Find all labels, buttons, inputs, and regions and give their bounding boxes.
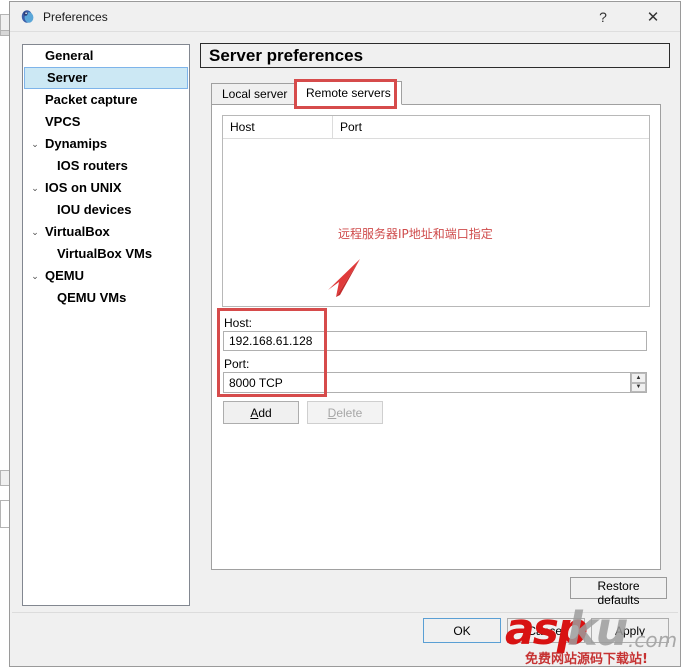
port-input[interactable] <box>223 372 647 393</box>
sidebar-item-label: IOU devices <box>57 202 132 217</box>
page-title-box: Server preferences <box>200 43 670 68</box>
spinner-down-icon[interactable]: ▼ <box>631 382 646 392</box>
tab-remote-servers[interactable]: Remote servers <box>295 81 402 105</box>
annotation-arrow-icon <box>320 257 366 305</box>
sidebar-item-label: QEMU VMs <box>57 290 127 305</box>
sidebar-item-dynamips[interactable]: ⌄ Dynamips <box>23 133 189 155</box>
sidebar-item-label: Server <box>47 70 88 85</box>
sidebar-item-general[interactable]: General <box>23 45 189 67</box>
preferences-category-list[interactable]: General Server Packet capture VPCS ⌄ Dynamips… <box>22 44 190 606</box>
column-header-host[interactable]: Host <box>223 116 333 138</box>
remote-servers-panel: Host Port 远程服务器IP地址和端口指定 Host: Port: ▲ ▼… <box>211 104 661 570</box>
help-icon[interactable]: ? <box>582 2 624 31</box>
page-title: Server preferences <box>209 46 364 65</box>
close-icon[interactable]: ✕ <box>632 2 674 31</box>
port-label: Port: <box>224 357 250 371</box>
sidebar-item-label: VirtualBox VMs <box>57 246 153 261</box>
sidebar-item-label: IOS on UNIX <box>45 180 122 195</box>
sidebar-item-label: VPCS <box>45 114 81 129</box>
apply-button[interactable]: Apply <box>591 618 669 643</box>
sidebar-item-label: Packet capture <box>45 92 138 107</box>
delete-button-label: elete <box>336 405 363 420</box>
annotation-text: 远程服务器IP地址和端口指定 <box>338 227 493 241</box>
sidebar-item-qemu-vms[interactable]: QEMU VMs <box>23 287 189 309</box>
sidebar-item-ios-routers[interactable]: IOS routers <box>23 155 189 177</box>
sidebar-item-label: VirtualBox <box>45 224 110 239</box>
sidebar-item-virtualbox[interactable]: ⌄ VirtualBox <box>23 221 189 243</box>
delete-button[interactable]: Delete <box>307 401 383 424</box>
sidebar-item-virtualbox-vms[interactable]: VirtualBox VMs <box>23 243 189 265</box>
sidebar-item-iou-devices[interactable]: IOU devices <box>23 199 189 221</box>
gns3-app-icon <box>20 9 36 25</box>
tab-strip: Local server Remote servers <box>211 81 661 105</box>
ok-button[interactable]: OK <box>423 618 501 643</box>
footer-divider <box>12 612 678 613</box>
sidebar-item-label: QEMU <box>45 268 84 283</box>
title-bar: Preferences ? ✕ <box>10 2 680 32</box>
delete-button-mnemonic: D <box>327 405 337 420</box>
host-label: Host: <box>224 316 253 330</box>
add-button-label: dd <box>258 405 272 420</box>
chevron-down-icon[interactable]: ⌄ <box>29 177 41 199</box>
host-input[interactable] <box>223 331 647 351</box>
add-button[interactable]: Add <box>223 401 299 424</box>
chevron-down-icon[interactable]: ⌄ <box>29 221 41 243</box>
sidebar-item-vpcs[interactable]: VPCS <box>23 111 189 133</box>
port-spinner[interactable]: ▲ ▼ <box>630 373 646 392</box>
chevron-down-icon[interactable]: ⌄ <box>29 265 41 287</box>
spinner-up-icon[interactable]: ▲ <box>631 373 646 383</box>
restore-defaults-button[interactable]: Restore defaults <box>570 577 667 607</box>
sidebar-item-label: Dynamips <box>45 136 108 151</box>
table-header-row: Host Port <box>223 116 649 139</box>
sidebar-item-label: IOS routers <box>57 158 128 173</box>
cancel-button[interactable]: Cancel <box>507 618 585 643</box>
sidebar-item-server[interactable]: Server <box>24 67 188 89</box>
remote-servers-table[interactable]: Host Port <box>222 115 650 307</box>
table-body[interactable] <box>223 139 649 307</box>
window-title: Preferences <box>43 10 108 24</box>
sidebar-item-ios-on-unix[interactable]: ⌄ IOS on UNIX <box>23 177 189 199</box>
sidebar-item-label: General <box>45 48 94 63</box>
chevron-down-icon[interactable]: ⌄ <box>29 133 41 155</box>
column-header-port[interactable]: Port <box>333 116 533 138</box>
preferences-dialog: Preferences ? ✕ General Server Packet capt… <box>9 1 681 667</box>
sidebar-item-qemu[interactable]: ⌄ QEMU <box>23 265 189 287</box>
sidebar-item-packet-capture[interactable]: Packet capture <box>23 89 189 111</box>
tab-local-server[interactable]: Local server <box>211 83 299 104</box>
